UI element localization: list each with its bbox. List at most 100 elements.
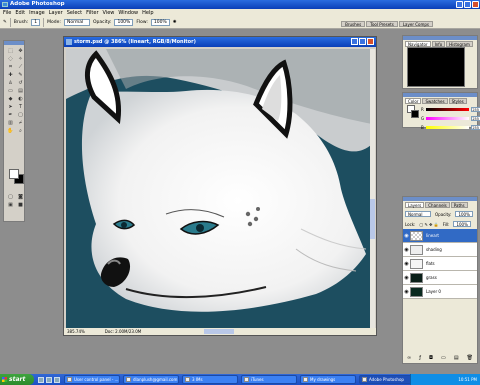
folder-icon[interactable]: ▭ xyxy=(441,355,446,361)
taskbar-button[interactable]: User control panel - ... xyxy=(64,375,120,384)
well-tab-layer-comps[interactable]: Layer Comps xyxy=(398,21,433,27)
pen-tool-icon[interactable]: ✒ xyxy=(6,111,15,118)
eye-icon[interactable]: ◉ xyxy=(403,247,410,253)
gradient-tool-icon[interactable]: ▤ xyxy=(16,87,25,94)
hand-tool-icon[interactable]: ✋ xyxy=(6,127,15,134)
blend-mode-select[interactable]: Normal xyxy=(405,211,431,217)
vertical-scrollbar[interactable] xyxy=(370,49,375,329)
menu-edit[interactable]: Edit xyxy=(15,9,25,17)
menu-view[interactable]: View xyxy=(103,9,115,17)
move-tool-icon[interactable]: ✥ xyxy=(16,47,25,54)
menu-image[interactable]: Image xyxy=(29,9,45,17)
lasso-tool-icon[interactable]: ◌ xyxy=(6,55,15,62)
full-screen-icon[interactable]: ■ xyxy=(16,201,25,208)
crop-tool-icon[interactable]: ⌗ xyxy=(6,63,15,70)
healing-tool-icon[interactable]: ✚ xyxy=(6,71,15,78)
zoom-tool-icon[interactable]: ⌕ xyxy=(16,127,25,134)
eyedropper-tool-icon[interactable]: ⌿ xyxy=(16,119,25,126)
shape-tool-icon[interactable]: ▢ xyxy=(16,111,25,118)
magic-wand-tool-icon[interactable]: ✧ xyxy=(16,55,25,62)
history-brush-icon[interactable]: ↺ xyxy=(16,79,25,86)
scrollbar-thumb[interactable] xyxy=(370,199,375,239)
lock-icons[interactable]: ▢ ✎ ✥ 🔒 xyxy=(419,222,438,227)
layer-row[interactable]: ◉ grass xyxy=(403,271,477,285)
doc-minimize-button[interactable] xyxy=(351,38,358,45)
taskbar-button[interactable]: My drawings xyxy=(300,375,356,384)
link-icon[interactable]: ∞ xyxy=(407,355,411,361)
well-tab-brushes[interactable]: Brushes xyxy=(341,21,366,27)
screen-mode-icon[interactable]: ▣ xyxy=(6,201,15,208)
mask-icon[interactable]: ◘ xyxy=(429,355,433,361)
mode-select[interactable]: Normal xyxy=(63,19,90,26)
fill-field[interactable]: 100% xyxy=(453,221,471,227)
eye-icon[interactable]: ◉ xyxy=(403,289,410,295)
green-value-field[interactable]: 255 xyxy=(471,115,480,121)
color-background-swatch[interactable] xyxy=(411,110,419,118)
menu-help[interactable]: Help xyxy=(142,9,153,17)
brush-size-picker[interactable]: 1 xyxy=(31,19,41,26)
eye-icon[interactable]: ◉ xyxy=(403,275,410,281)
brush-tool-icon[interactable]: ✎ xyxy=(3,20,7,25)
eraser-tool-icon[interactable]: ▭ xyxy=(6,87,15,94)
quick-mask-icon[interactable]: ◙ xyxy=(16,193,25,200)
brush-tool-icon[interactable]: ✎ xyxy=(16,71,25,78)
standard-mode-icon[interactable]: ▢ xyxy=(6,193,15,200)
new-layer-icon[interactable]: ▤ xyxy=(454,355,459,361)
type-tool-icon[interactable]: T xyxy=(16,103,25,110)
start-button[interactable]: start xyxy=(0,374,34,385)
green-slider[interactable] xyxy=(426,116,469,120)
quick-launch-icon[interactable] xyxy=(38,376,44,383)
eye-icon[interactable]: ◉ xyxy=(403,261,410,267)
quick-launch-icon[interactable] xyxy=(46,376,52,383)
layer-row[interactable]: ◉ Layer 0 xyxy=(403,285,477,299)
foreground-color-swatch[interactable] xyxy=(9,169,19,179)
taskbar-button[interactable]: iTunes xyxy=(241,375,297,384)
red-slider[interactable] xyxy=(426,107,469,111)
marquee-tool-icon[interactable]: ⬚ xyxy=(6,47,15,54)
doc-maximize-button[interactable] xyxy=(359,38,366,45)
blur-tool-icon[interactable]: ◆ xyxy=(6,95,15,102)
layer-row[interactable]: ◉ flats xyxy=(403,257,477,271)
stamp-tool-icon[interactable]: ♙ xyxy=(6,79,15,86)
menu-select[interactable]: Select xyxy=(67,9,82,17)
quick-launch-icon[interactable] xyxy=(54,376,60,383)
menu-file[interactable]: File xyxy=(3,9,11,17)
layer-style-icon[interactable]: ƒ xyxy=(419,355,421,361)
flow-field[interactable]: 100% xyxy=(150,19,170,26)
tab-swatches[interactable]: Swatches xyxy=(422,98,448,104)
maximize-button[interactable] xyxy=(464,1,471,8)
layer-row[interactable]: ◉ lineart xyxy=(403,229,477,243)
taskbar-button[interactable]: dlanplush@gmail.com xyxy=(123,375,179,384)
taskbar-button-active[interactable]: Adobe Photoshop xyxy=(359,375,415,384)
tab-styles[interactable]: Styles xyxy=(448,98,467,104)
path-select-icon[interactable]: ➤ xyxy=(6,103,15,110)
airbrush-icon[interactable]: ✺ xyxy=(173,20,177,25)
layer-row[interactable]: ◉ shading xyxy=(403,243,477,257)
opacity-field[interactable]: 100% xyxy=(114,19,134,26)
clock[interactable]: 10:51 PM xyxy=(458,377,477,382)
tab-layers[interactable]: Layers xyxy=(405,202,425,208)
canvas[interactable] xyxy=(66,49,372,329)
dodge-tool-icon[interactable]: ◐ xyxy=(16,95,25,102)
well-tab-tool-presets[interactable]: Tool Presets xyxy=(366,21,398,27)
menu-filter[interactable]: Filter xyxy=(86,9,98,17)
blue-slider[interactable] xyxy=(426,125,469,129)
taskbar-button[interactable]: 3 IMs xyxy=(182,375,238,384)
horizontal-scrollbar-thumb[interactable] xyxy=(204,329,234,334)
menu-layer[interactable]: Layer xyxy=(49,9,63,17)
red-value-field[interactable]: 255 xyxy=(471,106,480,112)
eye-icon[interactable]: ◉ xyxy=(403,233,410,239)
tab-color[interactable]: Color xyxy=(405,98,422,104)
close-button[interactable] xyxy=(472,1,479,8)
blue-value-field[interactable]: 255 xyxy=(471,124,480,130)
slice-tool-icon[interactable]: ⟋ xyxy=(16,63,25,70)
layer-opacity-field[interactable]: 100% xyxy=(455,211,473,217)
tab-channels[interactable]: Channels xyxy=(425,202,450,208)
tab-paths[interactable]: Paths xyxy=(450,202,468,208)
doc-close-button[interactable] xyxy=(367,38,374,45)
notes-tool-icon[interactable]: ▥ xyxy=(6,119,15,126)
trash-icon[interactable]: 🗑 xyxy=(467,355,473,361)
menu-window[interactable]: Window xyxy=(118,9,138,17)
minimize-button[interactable] xyxy=(456,1,463,8)
navigator-preview[interactable] xyxy=(407,47,465,87)
